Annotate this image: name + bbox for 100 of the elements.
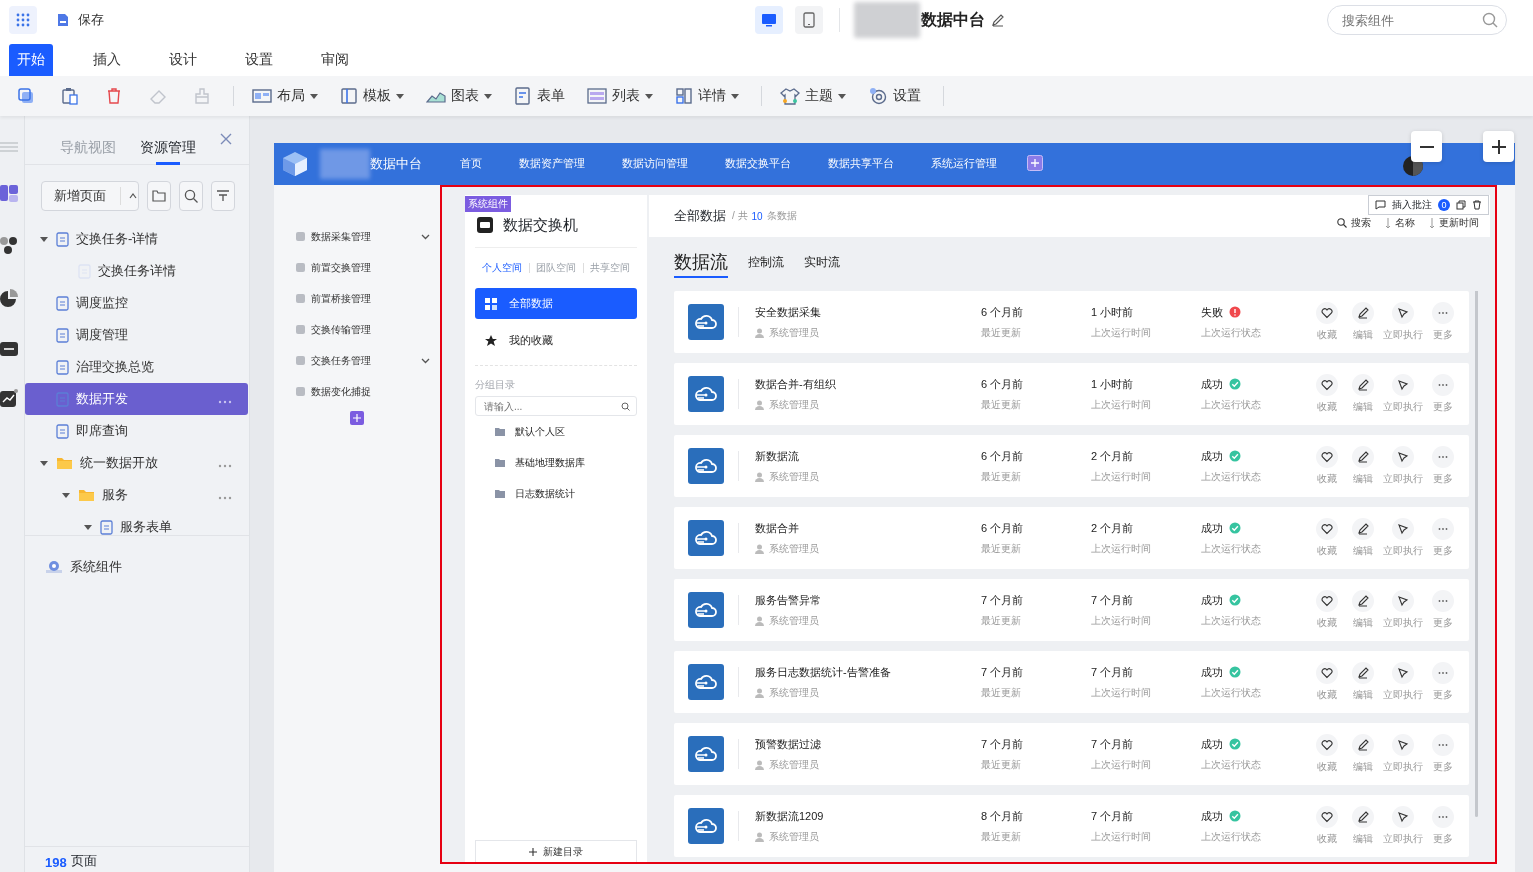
side-nav-item[interactable]: 数据变化捕捉 <box>274 376 440 407</box>
side-nav-item[interactable]: 数据采集管理 <box>274 221 440 252</box>
user-icon <box>755 687 764 698</box>
data-menu-item[interactable]: 全部数据 <box>475 288 637 319</box>
flow-tab[interactable]: 控制流 <box>748 253 784 275</box>
tree-item[interactable]: 治理交换总览 <box>25 351 248 383</box>
flow-tab[interactable]: 数据流 <box>674 250 728 278</box>
cursor-icon <box>1397 523 1409 535</box>
sort-button[interactable]: 更新时间 <box>1429 216 1479 230</box>
check-circle-icon <box>1229 378 1241 390</box>
group-search-box[interactable]: 请输入... <box>475 396 637 416</box>
user-icon <box>755 831 764 842</box>
updated-label: 最近更新 <box>981 469 1022 484</box>
search-field[interactable]: 搜索组件 <box>1340 11 1482 29</box>
tree-item[interactable]: 统一数据开放 <box>25 447 248 479</box>
system-components-label[interactable]: 系统组件 <box>70 558 122 576</box>
zoom-in-button[interactable] <box>1483 131 1514 162</box>
space-tab[interactable]: 个人空间 <box>482 261 522 275</box>
menu-tab[interactable]: 设置 <box>237 44 281 76</box>
status-value: 成功 <box>1201 520 1223 536</box>
component-title: 数据交换机 <box>503 215 578 235</box>
toolbar-button[interactable]: 模板 <box>340 83 404 109</box>
owner-name: 系统管理员 <box>769 397 819 412</box>
nav-link[interactable]: 数据共享平台 <box>828 157 894 171</box>
pencil-icon <box>1357 523 1369 535</box>
folder-button[interactable] <box>147 181 171 211</box>
nav-link[interactable]: 系统运行管理 <box>931 157 997 171</box>
search-button[interactable]: 搜索 <box>1337 216 1371 230</box>
sort-icon <box>1385 218 1391 228</box>
desktop-view-button[interactable] <box>755 6 783 34</box>
tree-item[interactable]: 即席查询 <box>25 415 248 447</box>
save-button[interactable]: 保存 <box>57 11 104 29</box>
tree-item[interactable]: 交换任务详情 <box>25 255 248 287</box>
menu-tab[interactable]: 设计 <box>161 44 205 76</box>
toolbar-button[interactable]: 布局 <box>252 83 318 109</box>
count-prefix: / 共 <box>732 209 748 223</box>
insert-comment-link[interactable]: 插入批注 <box>1392 198 1432 212</box>
run-time-value: 7 个月前 <box>1091 808 1135 824</box>
side-nav-item[interactable]: 交换传输管理 <box>274 314 440 345</box>
new-group-button[interactable]: 新建目录 <box>475 840 637 862</box>
caret-icon <box>731 92 739 100</box>
nav-link[interactable]: 数据访问管理 <box>622 157 688 171</box>
group-item[interactable]: 基础地理数据库 <box>475 447 637 478</box>
tree-item[interactable]: 交换任务-详情 <box>25 223 248 255</box>
toolbar-button[interactable]: 主题 <box>780 83 846 109</box>
updated-label: 最近更新 <box>981 685 1022 700</box>
tree-item[interactable]: 调度监控 <box>25 287 248 319</box>
side-nav-item[interactable]: 前置交换管理 <box>274 252 440 283</box>
cursor-icon <box>1397 307 1409 319</box>
cursor-icon <box>1397 379 1409 391</box>
toolbar-button[interactable]: 图表 <box>426 83 492 109</box>
status-label: 上次运行状态 <box>1201 613 1262 628</box>
new-page-button[interactable]: 新增页面 <box>41 181 139 211</box>
tree-item[interactable]: 数据开发 <box>25 383 248 415</box>
updated-label: 最近更新 <box>981 397 1022 412</box>
nav-link[interactable]: 数据交换平台 <box>725 157 791 171</box>
page-icon <box>56 327 69 343</box>
zoom-out-button[interactable] <box>1411 131 1442 162</box>
sort-button[interactable]: 名称 <box>1385 216 1415 230</box>
nav-link[interactable]: 首页 <box>460 157 482 171</box>
caret-icon <box>129 192 137 200</box>
status-label: 上次运行状态 <box>1201 685 1262 700</box>
caret-icon <box>484 92 492 100</box>
side-nav-item[interactable]: 前置桥接管理 <box>274 283 440 314</box>
scrollbar[interactable] <box>1475 291 1478 817</box>
group-item[interactable]: 默认个人区 <box>475 416 637 447</box>
nav-item-icon <box>296 387 305 396</box>
owner-name: 系统管理员 <box>769 613 819 628</box>
tree-item[interactable]: 服务表单 <box>25 511 248 535</box>
group-item[interactable]: 日志数据统计 <box>475 478 637 509</box>
collapse-button[interactable] <box>211 181 235 211</box>
flow-tab[interactable]: 实时流 <box>804 253 840 275</box>
menu-tab[interactable]: 开始 <box>9 44 53 76</box>
trash-icon <box>105 87 123 105</box>
add-menu-button[interactable] <box>350 411 364 425</box>
apps-button[interactable] <box>9 6 37 34</box>
tree-item[interactable]: 服务 <box>25 479 248 511</box>
group-search-field[interactable]: 请输入... <box>482 399 621 413</box>
nav-link[interactable]: 数据资产管理 <box>519 157 585 171</box>
toolbar-button[interactable]: 详情 <box>675 83 739 109</box>
nav-item-icon <box>296 356 305 365</box>
check-circle-icon <box>1229 450 1241 462</box>
tree-item[interactable]: 调度管理 <box>25 319 248 351</box>
pencil-icon <box>1357 451 1369 463</box>
flow-name: 服务告警异常 <box>755 592 822 608</box>
menu-tab[interactable]: 插入 <box>85 44 129 76</box>
toolbar-button[interactable]: 列表 <box>587 83 653 109</box>
search-button[interactable] <box>179 181 203 211</box>
menu-tab[interactable]: 审阅 <box>313 44 357 76</box>
nav-item-icon <box>296 294 305 303</box>
tablet-view-button[interactable] <box>795 6 823 34</box>
minus-icon <box>1419 145 1434 148</box>
user-icon <box>755 399 764 410</box>
status-value: 成功 <box>1201 592 1223 608</box>
side-nav-item[interactable]: 交换任务管理 <box>274 345 440 376</box>
toolbar-button[interactable]: 设置 <box>868 83 921 109</box>
selected-component[interactable] <box>440 185 1497 864</box>
data-menu-item[interactable]: 我的收藏 <box>475 321 637 361</box>
add-nav-button[interactable] <box>1027 154 1043 174</box>
toolbar-button[interactable]: 表单 <box>514 83 565 109</box>
